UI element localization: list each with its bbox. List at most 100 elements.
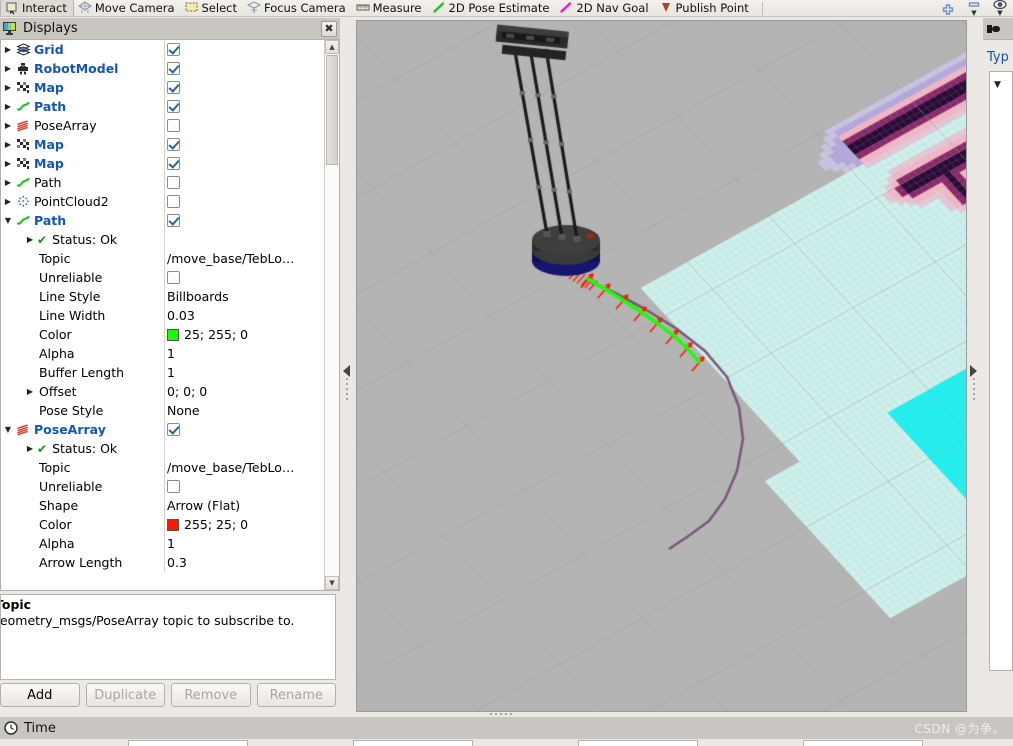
property-value[interactable]: 0; 0; 0 [167,382,207,401]
add-button[interactable]: Add [0,683,80,707]
display-enabled-checkbox[interactable] [167,423,180,436]
display-enabled-checkbox[interactable] [167,138,180,151]
property-row-shape[interactable]: Shape Arrow (Flat) [1,496,324,515]
chevron-right-icon[interactable]: ▶ [1,135,15,154]
display-item-map[interactable]: ▶ Map [1,78,324,97]
display-item-map[interactable]: ▶ Map [1,135,324,154]
property-row-color[interactable]: Color 25; 255; 0 [1,325,324,344]
property-value[interactable] [167,78,180,97]
property-row-color[interactable]: Color 255; 25; 0 [1,515,324,534]
property-value[interactable] [167,59,180,78]
chevron-right-icon[interactable]: ▶ [1,116,15,135]
view-tool-icon[interactable]: ▼ [987,0,1013,16]
display-item-path[interactable]: ▼ Path [1,211,324,230]
property-value[interactable]: 25; 255; 0 [167,325,248,344]
property-value[interactable]: Arrow (Flat) [167,496,240,515]
chevron-right-icon[interactable]: ▶ [1,173,15,192]
property-value[interactable]: 255; 25; 0 [167,515,248,534]
chevron-right-icon[interactable]: ▶ [23,439,37,458]
property-row-offset[interactable]: ▶ Offset 0; 0; 0 [1,382,324,401]
property-value[interactable] [167,40,180,59]
chevron-down-icon[interactable]: ▼ [994,80,1001,90]
display-item-path[interactable]: ▶ Path [1,173,324,192]
toolbar-button-2d-nav-goal[interactable]: 2D Nav Goal [555,0,654,16]
property-value[interactable]: 1 [167,344,175,363]
display-item-posearray[interactable]: ▼ PoseArray [1,420,324,439]
3d-canvas[interactable] [357,21,966,711]
display-item-robotmodel[interactable]: ▶ RobotModel [1,59,324,78]
property-value[interactable]: 1 [167,363,175,382]
chevron-right-icon[interactable]: ▶ [1,40,15,59]
property-value[interactable] [167,154,180,173]
display-item-map[interactable]: ▶ Map [1,154,324,173]
displays-tree[interactable]: ▶ Grid ▶ RobotModel ▶ Map ▶ Path ▶ PoseArray ▶ Map ▶… [1,40,324,590]
display-enabled-checkbox[interactable] [167,195,180,208]
property-value[interactable]: Billboards [167,287,229,306]
display-enabled-checkbox[interactable] [167,214,180,227]
property-checkbox[interactable] [167,480,180,493]
toolbar-button-publish-point[interactable]: Publish Point [655,0,755,16]
scroll-up-icon[interactable]: ▲ [325,40,339,54]
property-row-buffer-length[interactable]: Buffer Length 1 [1,363,324,382]
3d-render-view[interactable] [356,20,967,712]
property-value[interactable]: None [167,401,200,420]
right-splitter[interactable] [967,18,983,710]
toolbar-button-focus-camera[interactable]: Focus Camera [243,0,352,16]
chevron-down-icon[interactable]: ▼ [1,211,15,230]
property-value[interactable] [167,116,180,135]
property-checkbox[interactable] [167,271,180,284]
property-row-line-style[interactable]: Line Style Billboards [1,287,324,306]
display-item-posearray[interactable]: ▶ PoseArray [1,116,324,135]
property-value[interactable]: 1 [167,534,175,553]
add-tool-icon[interactable] [935,3,961,16]
toolbar-button-move-camera[interactable]: Move Camera [74,0,181,16]
remove-tool-icon[interactable]: ▼ [961,0,987,16]
displays-scrollbar[interactable]: ▲ ▼ [324,40,339,590]
display-item-grid[interactable]: ▶ Grid [1,40,324,59]
display-enabled-checkbox[interactable] [167,43,180,56]
property-value[interactable]: /move_base/TebLo… [167,458,294,477]
display-enabled-checkbox[interactable] [167,100,180,113]
property-value[interactable] [167,211,180,230]
color-swatch[interactable] [167,328,179,341]
close-icon[interactable]: ✖ [321,20,337,37]
property-value[interactable]: 0.3 [167,553,187,572]
property-row-topic[interactable]: Topic/move_base/TebLo… [1,458,324,477]
color-swatch[interactable] [167,518,179,531]
toolbar-button-select[interactable]: Select [181,0,243,16]
display-enabled-checkbox[interactable] [167,62,180,75]
display-enabled-checkbox[interactable] [167,157,180,170]
property-value[interactable] [167,173,180,192]
left-splitter[interactable] [340,18,356,710]
chevron-right-icon[interactable]: ▶ [1,154,15,173]
property-value[interactable] [167,192,180,211]
property-row-line-width[interactable]: Line Width 0.03 [1,306,324,325]
property-row-pose-style[interactable]: Pose Style None [1,401,324,420]
scrollbar-thumb[interactable] [326,55,338,165]
display-enabled-checkbox[interactable] [167,119,180,132]
chevron-right-icon[interactable]: ▶ [1,78,15,97]
property-value[interactable]: 0.03 [167,306,195,325]
property-row-alpha[interactable]: Alpha 1 [1,344,324,363]
property-value[interactable] [167,477,180,496]
scroll-down-icon[interactable]: ▼ [325,576,339,590]
property-row-unreliable[interactable]: Unreliable [1,477,324,496]
property-value[interactable] [167,268,180,287]
display-enabled-checkbox[interactable] [167,176,180,189]
chevron-right-icon[interactable]: ▶ [23,230,37,249]
property-row-status-ok[interactable]: ▶ ✔ Status: Ok [1,230,324,249]
property-value[interactable]: /move_base/TebLo… [167,249,294,268]
chevron-right-icon[interactable]: ▶ [23,382,37,401]
property-value[interactable] [167,135,180,154]
toolbar-button-interact[interactable]: Interact [0,0,74,16]
chevron-right-icon[interactable]: ▶ [1,59,15,78]
chevron-right-icon[interactable]: ▶ [1,192,15,211]
views-tree[interactable]: ▼ [989,71,1013,671]
property-row-topic[interactable]: Topic/move_base/TebLo… [1,249,324,268]
property-value[interactable] [167,97,180,116]
property-row-alpha[interactable]: Alpha 1 [1,534,324,553]
toolbar-button-measure[interactable]: Measure [352,0,428,16]
property-row-status-ok[interactable]: ▶ ✔ Status: Ok [1,439,324,458]
display-item-path[interactable]: ▶ Path [1,97,324,116]
property-row-unreliable[interactable]: Unreliable [1,268,324,287]
